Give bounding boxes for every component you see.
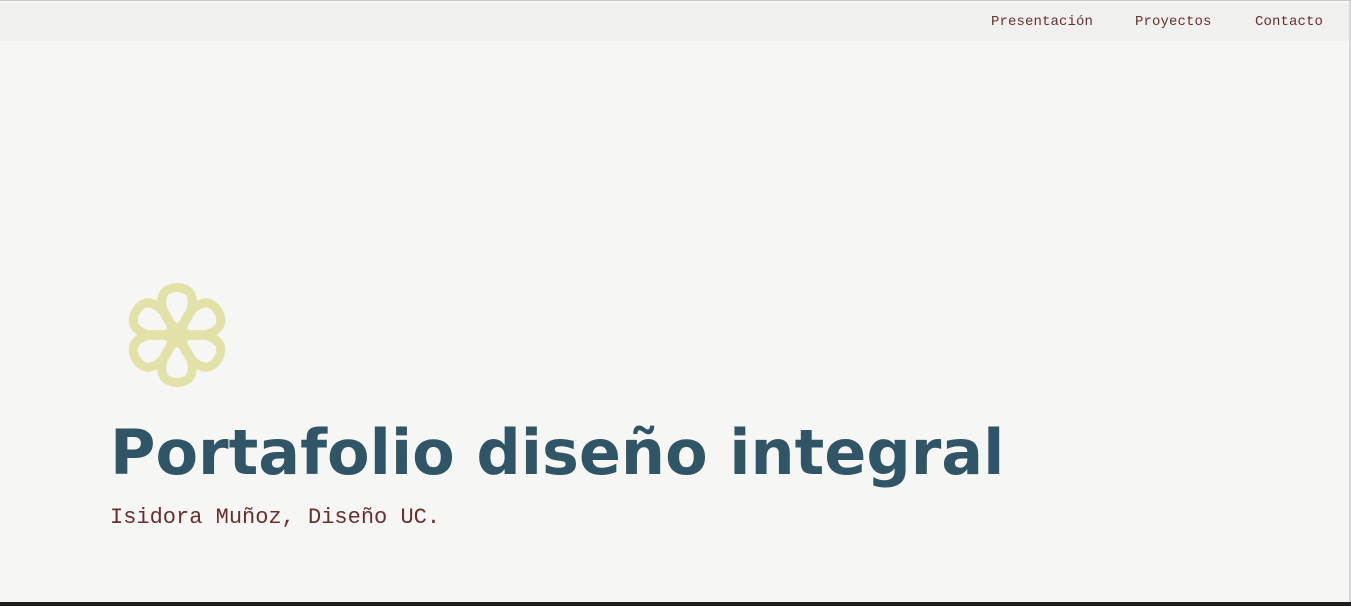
- nav-link-proyectos[interactable]: Proyectos: [1135, 14, 1212, 30]
- nav-link-contacto[interactable]: Contacto: [1255, 14, 1323, 30]
- page-title: Portafolio diseño integral: [110, 416, 1005, 489]
- top-navbar: Presentación Proyectos Contacto: [0, 3, 1349, 41]
- bottom-border: [0, 602, 1351, 606]
- page: Presentación Proyectos Contacto Portafol…: [0, 0, 1351, 606]
- flower-icon: [120, 276, 234, 394]
- page-subtitle: Isidora Muñoz, Diseño UC.: [110, 505, 441, 530]
- nav-link-presentacion[interactable]: Presentación: [991, 14, 1093, 30]
